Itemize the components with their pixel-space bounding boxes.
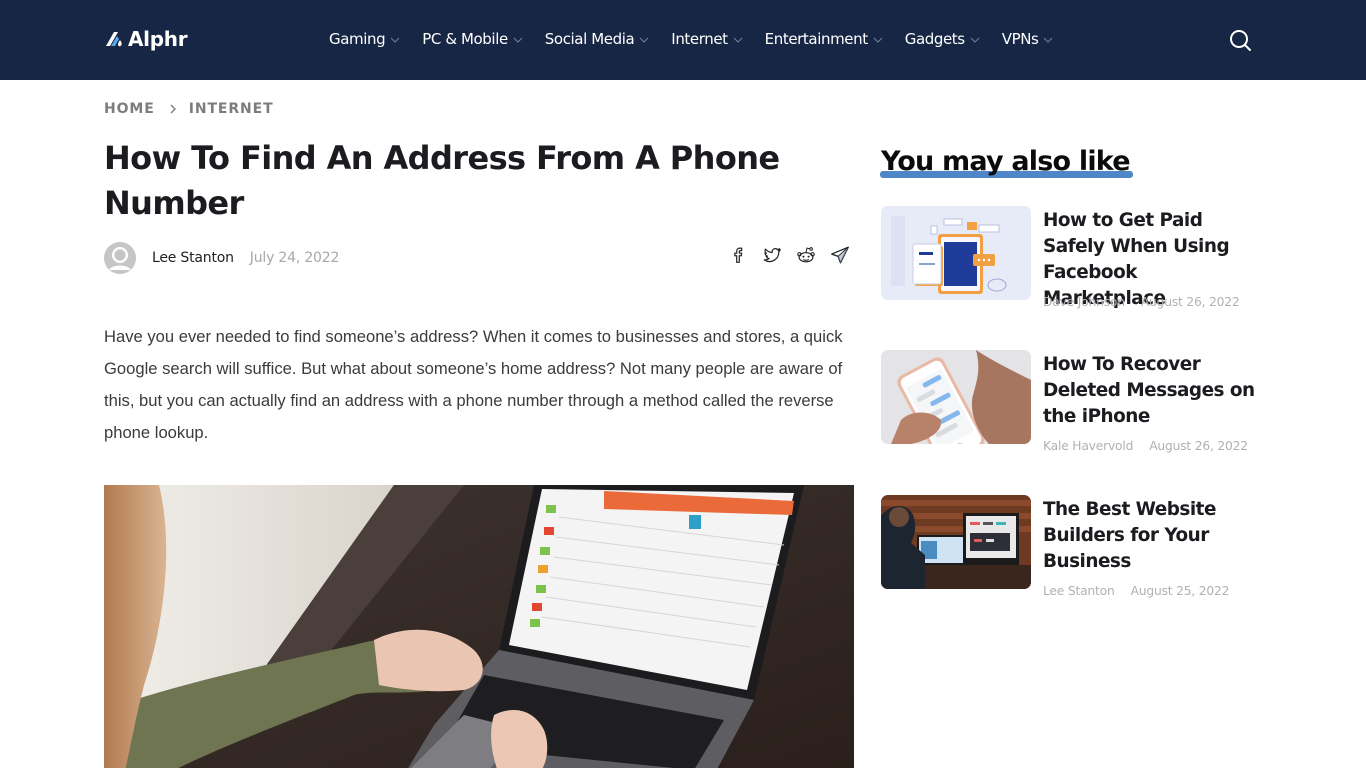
nav-item-internet[interactable]: Internet [671, 30, 743, 48]
nav-label: PC & Mobile [422, 30, 508, 48]
breadcrumb: HOME INTERNET [104, 101, 274, 117]
iphone-photo [881, 350, 1031, 444]
chevron-down-icon [390, 37, 400, 43]
chevron-down-icon [1044, 37, 1053, 43]
related-article-title[interactable]: The Best Website Builders for Your Busin… [1043, 497, 1258, 575]
breadcrumb-internet[interactable]: INTERNET [189, 101, 274, 117]
related-article-card[interactable]: The Best Website Builders for Your Busin… [881, 495, 1253, 605]
nav-label: Gaming [329, 30, 386, 48]
search-button[interactable] [1228, 28, 1252, 52]
share-facebook-button[interactable] [726, 243, 750, 267]
article-title: How To Find An Address From A Phone Numb… [104, 139, 780, 222]
facebook-icon [734, 247, 743, 263]
related-article-date: August 25, 2022 [1130, 584, 1230, 598]
article-intro: Have you ever needed to find someone’s a… [104, 327, 843, 442]
sidebar-title: You may also like [881, 146, 1131, 177]
nav-label: VPNs [1001, 30, 1039, 48]
related-article-meta: Lee Stanton August 25, 2022 [1043, 584, 1229, 598]
post-date: July 24, 2022 [249, 250, 340, 266]
marketplace-illustration [881, 206, 1031, 300]
site-header: Alphr Gaming PC & Mobile Social Media In… [0, 0, 1366, 80]
article-thumbnail[interactable] [881, 206, 1031, 300]
site-logo[interactable]: Alphr [104, 26, 188, 52]
share-buttons [726, 243, 862, 267]
chevron-down-icon [970, 37, 980, 43]
article-meta: Lee Stanton July 24, 2022 [104, 241, 339, 275]
reddit-icon [797, 247, 815, 263]
alphr-logo-icon [106, 32, 122, 47]
author-name[interactable]: Lee Stanton [152, 250, 234, 266]
nav-label: Entertainment [764, 30, 868, 48]
related-article-card[interactable]: How to Get Paid Safely When Using Facebo… [881, 206, 1253, 316]
chevron-right-icon [170, 104, 176, 114]
chevron-down-icon [733, 37, 743, 43]
author-avatar[interactable] [104, 242, 136, 274]
share-twitter-button[interactable] [760, 243, 784, 267]
related-article-card[interactable]: How To Recover Deleted Messages on the i… [881, 350, 1255, 460]
article-thumbnail[interactable] [881, 350, 1031, 444]
brand-name: Alphr [128, 27, 188, 51]
nav-label: Gadgets [904, 30, 965, 48]
share-reddit-button[interactable] [794, 243, 818, 267]
article-hero-image [104, 485, 854, 768]
nav-item-social-media[interactable]: Social Media [545, 30, 650, 48]
nav-item-entertainment[interactable]: Entertainment [765, 30, 883, 48]
chevron-down-icon [639, 37, 649, 43]
nav-item-gadgets[interactable]: Gadgets [905, 30, 980, 48]
nav-item-pc-mobile[interactable]: PC & Mobile [422, 30, 523, 48]
related-article-meta: Kale Havervold August 26, 2022 [1043, 439, 1248, 453]
related-article-title[interactable]: How To Recover Deleted Messages on the i… [1043, 352, 1258, 430]
nav-label: Internet [671, 30, 728, 48]
breadcrumb-home[interactable]: HOME [104, 101, 155, 117]
user-icon [104, 242, 136, 274]
related-article-meta: Dave Johnson August 26, 2022 [1043, 295, 1240, 309]
nav-label: Social Media [544, 30, 635, 48]
related-article-author[interactable]: Lee Stanton [1043, 584, 1115, 598]
nav-item-gaming[interactable]: Gaming [329, 30, 400, 48]
search-icon [1230, 30, 1251, 51]
related-article-date: August 26, 2022 [1149, 439, 1248, 453]
twitter-icon [763, 248, 781, 263]
article-thumbnail[interactable] [881, 495, 1031, 589]
share-telegram-button[interactable] [828, 243, 852, 267]
laptop-photo [104, 485, 854, 768]
main-nav: Gaming PC & Mobile Social Media Internet… [329, 28, 1075, 50]
chevron-down-icon [513, 37, 523, 43]
website-builder-photo [881, 495, 1031, 589]
nav-item-vpns[interactable]: VPNs [1002, 30, 1054, 48]
related-article-author[interactable]: Dave Johnson [1043, 295, 1125, 309]
related-article-date: August 26, 2022 [1140, 295, 1240, 309]
related-article-author[interactable]: Kale Havervold [1043, 439, 1133, 453]
telegram-icon [831, 246, 849, 264]
chevron-down-icon [873, 37, 883, 43]
